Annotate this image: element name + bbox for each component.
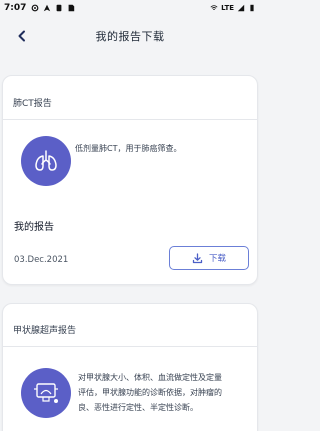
description-line: 评估，甲状腺功能的诊断依据，对肿瘤的 [78, 388, 222, 397]
card-description: 低剂量肺CT，用于肺癌筛查。 [75, 144, 182, 153]
description-line: 对甲状腺大小、体积、血流做定性及定量 [78, 373, 222, 382]
network-type: LTE [221, 4, 234, 12]
card-divider [3, 119, 257, 120]
card-divider [3, 346, 257, 347]
report-card-thyroid-ultrasound: 甲状腺超声报告 对甲状腺大小、体积、血流做定性及定量 评估，甲状腺功能的诊断依据… [2, 303, 258, 431]
download-icon [192, 252, 203, 263]
app-bar: 我的报告下载 [0, 16, 260, 56]
card-description: 对甲状腺大小、体积、血流做定性及定量 评估，甲状腺功能的诊断依据，对肿瘤的 良、… [78, 370, 222, 415]
signal-icon [237, 4, 245, 12]
card-title: 肺CT报告 [13, 99, 52, 109]
back-button[interactable] [10, 24, 34, 48]
report-date: 03.Dec.2021 [14, 255, 69, 265]
description-line: 良、恶性进行定性、半定性诊断。 [78, 403, 198, 412]
status-icons-left [31, 4, 75, 12]
report-card-lung-ct: 肺CT报告 低剂量肺CT，用于肺癌筛查。 我的报告 03.Dec.2021 下载 [2, 75, 258, 285]
download-label: 下载 [208, 254, 226, 264]
my-report-label: 我的报告 [14, 222, 54, 233]
download-button[interactable]: 下载 [169, 246, 249, 270]
lungs-icon [21, 136, 71, 186]
settings-icon [31, 4, 39, 12]
sim-icon [68, 4, 75, 12]
wifi-icon [210, 5, 218, 10]
status-time: 7:07 [4, 3, 27, 13]
card-title: 甲状腺超声报告 [13, 326, 77, 336]
status-bar: 7:07 LTE [0, 0, 260, 16]
ultrasound-icon [21, 368, 71, 418]
chevron-left-icon [18, 30, 25, 42]
battery-icon [250, 4, 254, 12]
page-title: 我的报告下载 [95, 30, 165, 43]
notification-icon [56, 4, 62, 12]
nav-icon [44, 4, 51, 12]
status-icons-right: LTE [210, 4, 256, 12]
